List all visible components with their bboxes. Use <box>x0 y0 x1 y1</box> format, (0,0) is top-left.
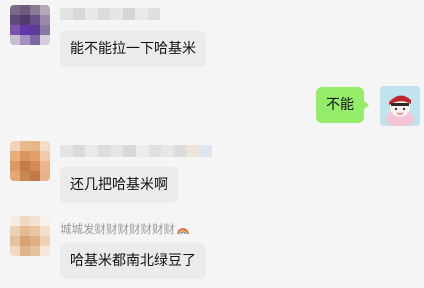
anime-avatar-icon <box>380 86 420 126</box>
message-bubble-outgoing[interactable]: 不能 <box>316 87 369 123</box>
message-bubble[interactable]: 能不能拉一下哈基米 <box>60 31 206 67</box>
message-bubble[interactable]: 哈基米都南北绿豆了 <box>60 243 206 279</box>
message-text: 哈基米都南北绿豆了 <box>70 253 196 269</box>
sender-name-blurred <box>60 145 213 157</box>
avatar[interactable] <box>10 5 50 45</box>
sender-name-blurred <box>60 8 160 20</box>
avatar[interactable] <box>10 141 50 181</box>
rainbow-icon <box>177 227 189 234</box>
avatar-self[interactable] <box>380 86 420 126</box>
message-text: 不能 <box>326 97 354 113</box>
chat-window: 能不能拉一下哈基米 不能 还几把哈基米啊 城城发财财财财财财财 哈基米都南北绿豆… <box>0 0 424 288</box>
message-text: 还几把哈基米啊 <box>70 177 168 193</box>
avatar[interactable] <box>10 216 50 256</box>
sender-name: 城城发财财财财财财财 <box>60 222 189 236</box>
message-bubble[interactable]: 还几把哈基米啊 <box>60 167 178 203</box>
message-text: 能不能拉一下哈基米 <box>70 41 196 57</box>
